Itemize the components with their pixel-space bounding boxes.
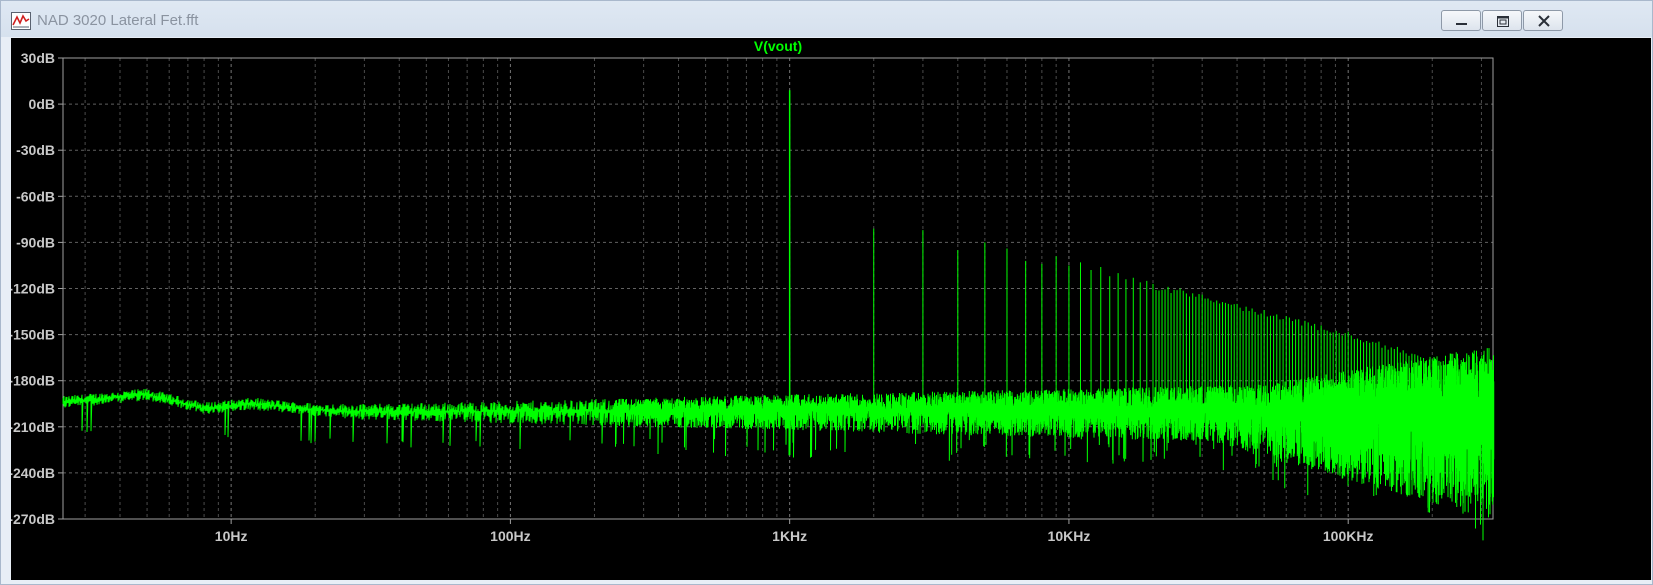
y-tick-label: -90dB [16,234,55,250]
plot-area[interactable]: V(vout) 30dB 0dB -30dB -60dB -90dB -120dB -150… [11,38,1651,580]
restore-button[interactable] [1482,10,1522,31]
fft-chart[interactable]: V(vout) 30dB 0dB -30dB -60dB -90dB -120dB -150… [11,38,1651,580]
x-tick-label: 100Hz [490,528,530,544]
y-tick-label: -150dB [11,327,55,343]
y-tick-label: -270dB [11,511,55,527]
y-tick-label: -30dB [16,142,55,158]
waveform-app-icon [11,12,31,30]
minimize-button[interactable] [1441,10,1481,31]
y-axis-tick-labels: 30dB 0dB -30dB -60dB -90dB -120dB -150dB -180dB… [11,50,63,527]
x-tick-label: 10KHz [1048,528,1091,544]
y-tick-label: 30dB [21,50,55,66]
y-tick-label: -60dB [16,188,55,204]
restore-icon [1497,16,1509,27]
chart-title: V(vout) [754,38,802,54]
close-button[interactable] [1523,10,1563,31]
y-tick-label: -210dB [11,419,55,435]
x-tick-label: 10Hz [215,528,248,544]
x-tick-label: 1KHz [772,528,807,544]
x-tick-label: 100KHz [1323,528,1374,544]
minimize-icon [1456,23,1467,25]
y-tick-label: -180dB [11,373,55,389]
title-bar[interactable]: NAD 3020 Lateral Fet.fft [1,1,1652,37]
waveform-window: NAD 3020 Lateral Fet.fft V(vout) 30dB 0dB… [0,0,1653,585]
window-title: NAD 3020 Lateral Fet.fft [37,12,199,29]
y-tick-label: -240dB [11,465,55,481]
y-tick-label: 0dB [29,96,55,112]
close-icon [1538,15,1550,27]
noise-floor-trace [62,348,1495,541]
x-axis-tick-labels: 10Hz 100Hz 1KHz 10KHz 100KHz [215,519,1374,544]
y-tick-label: -120dB [11,281,55,297]
